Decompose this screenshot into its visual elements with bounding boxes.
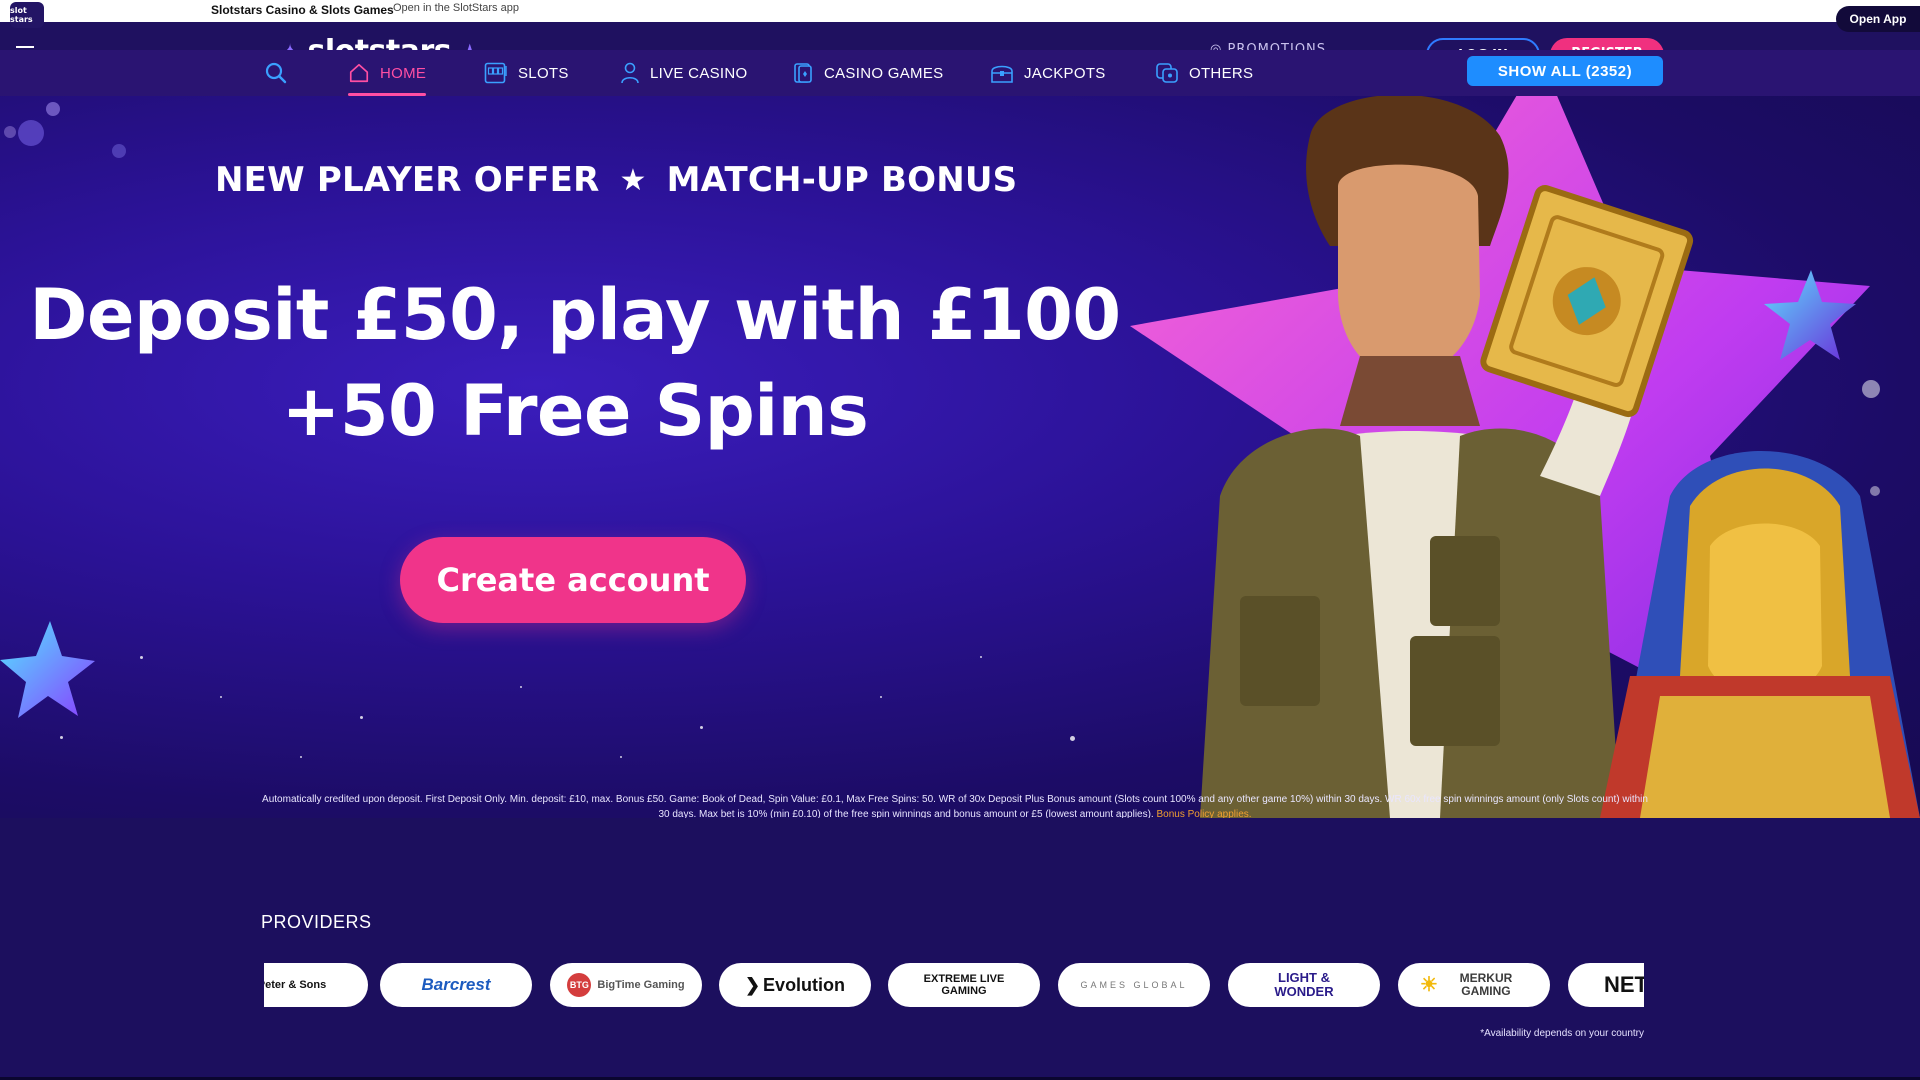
nav-label-home: HOME — [380, 64, 427, 82]
providers-heading: PROVIDERS — [261, 912, 372, 932]
provider-games-global[interactable]: GAMES GLOBAL — [1058, 963, 1210, 1007]
bokeh-dot — [18, 120, 44, 146]
promotions-label: PROMOTIONS — [1227, 42, 1327, 50]
sparkle — [520, 686, 522, 688]
provider-label: Evolution — [763, 974, 846, 995]
create-account-button[interactable]: Create account — [400, 537, 746, 623]
bokeh-dot — [46, 102, 60, 116]
terms-line2: 30 days. Max bet is 10% (min £0.10) of t… — [658, 809, 1154, 818]
provider-label: NET — [1604, 972, 1644, 997]
sparkle — [300, 756, 302, 758]
provider-bigtime-gaming[interactable]: BTG BigTime Gaming — [550, 963, 702, 1007]
star-icon: ★ — [619, 162, 647, 198]
pharaoh-statue-illustration — [1600, 451, 1920, 818]
provider-evolution[interactable]: ❯ Evolution — [719, 963, 871, 1007]
app-banner-subtitle: Open in the SlotStars app — [393, 2, 519, 14]
slotstars-logo[interactable]: ✦ slotstars ★ — [280, 34, 481, 50]
bonus-policy-link[interactable]: Bonus Policy applies. — [1157, 809, 1252, 818]
nav-item-casino-games[interactable]: CASINO GAMES — [792, 50, 943, 96]
offer-left-text: NEW PLAYER OFFER — [215, 160, 600, 200]
provider-light-and-wonder[interactable]: LIGHT & WONDER — [1228, 963, 1380, 1007]
bokeh-dot — [4, 126, 16, 138]
nav-item-others[interactable]: OTHERS — [1155, 50, 1253, 96]
sparkle — [980, 656, 982, 658]
provider-label: Peter & Sons — [264, 979, 327, 991]
search-button[interactable] — [264, 50, 288, 96]
provider-merkur-gaming[interactable]: ☀ MERKUR GAMING — [1398, 963, 1550, 1007]
sparkle — [140, 656, 143, 659]
open-app-button[interactable]: Open App — [1836, 6, 1920, 32]
show-all-button[interactable]: SHOW ALL (2352) — [1467, 56, 1663, 86]
app-icon: slot stars — [10, 2, 44, 28]
logo-text: slotstars — [307, 34, 451, 50]
terms-line2-wrapper: 30 days. Max bet is 10% (min £0.10) of t… — [260, 807, 1650, 818]
others-icon — [1156, 63, 1178, 83]
blue-star-decoration — [1764, 270, 1856, 360]
hero-headline-line2: +50 Free Spins — [281, 370, 869, 452]
nav-label-live-casino: LIVE CASINO — [650, 64, 748, 82]
person-icon — [621, 62, 639, 84]
app-banner-title: Slotstars Casino & Slots Games — [211, 3, 394, 17]
bokeh-dot — [112, 144, 126, 158]
cards-icon — [794, 63, 812, 83]
nav-item-jackpots[interactable]: JACKPOTS — [990, 50, 1106, 96]
site-header: ✦ slotstars ★ ◎ PROMOTIONS LOG IN REGIST… — [0, 22, 1920, 50]
logo-star-icon: ✦ — [280, 39, 307, 50]
provider-label: GAMES GLOBAL — [1080, 980, 1188, 990]
bonus-terms-text: Automatically credited upon deposit. Fir… — [260, 792, 1650, 818]
login-button[interactable]: LOG IN — [1426, 38, 1540, 50]
evolution-chevron-icon: ❯ — [744, 974, 761, 995]
nav-label-jackpots: JACKPOTS — [1024, 64, 1106, 82]
sparkle — [1070, 736, 1075, 741]
provider-label: EXTREME LIVE GAMING — [923, 973, 1005, 997]
home-icon — [349, 63, 369, 83]
providers-carousel: Peter & Sons Barcrest BTG BigTime Gaming… — [264, 963, 1644, 1009]
sparkle — [60, 736, 63, 739]
availability-note: *Availability depends on your country — [1480, 1028, 1644, 1039]
logo-star-icon: ★ — [451, 39, 481, 50]
nav-label-casino-games: CASINO GAMES — [824, 64, 944, 82]
provider-label: Barcrest — [421, 975, 491, 994]
treasure-icon — [991, 65, 1013, 83]
gift-icon: ◎ — [1210, 42, 1228, 50]
register-button[interactable]: REGISTER — [1550, 38, 1664, 50]
sparkle — [220, 696, 222, 698]
nav-label-slots: SLOTS — [518, 64, 569, 82]
new-player-offer-heading: NEW PLAYER OFFER ★ MATCH-UP BONUS — [215, 160, 1017, 200]
nav-item-home[interactable]: HOME — [348, 50, 427, 96]
nav-label-others: OTHERS — [1189, 64, 1254, 82]
promotions-link[interactable]: ◎ PROMOTIONS — [1210, 42, 1326, 50]
sparkle — [620, 756, 622, 758]
merkur-sun-icon: ☀ — [1420, 973, 1438, 996]
terms-line1: Automatically credited upon deposit. Fir… — [262, 794, 1648, 805]
sparkle — [360, 716, 363, 719]
btg-logo-icon: BTG — [567, 973, 592, 997]
offer-right-text: MATCH-UP BONUS — [666, 160, 1018, 200]
provider-peter-and-sons[interactable]: Peter & Sons — [264, 963, 368, 1007]
provider-label: MERKUR GAMING — [1459, 971, 1513, 998]
provider-extreme-live-gaming[interactable]: EXTREME LIVE GAMING — [888, 963, 1040, 1007]
provider-label: LIGHT & WONDER — [1274, 970, 1334, 999]
nav-item-live-casino[interactable]: LIVE CASINO — [620, 50, 748, 96]
hero-headline-line1: Deposit £50, play with £100 — [29, 274, 1121, 356]
sparkle — [700, 726, 703, 729]
hero-banner: NEW PLAYER OFFER ★ MATCH-UP BONUS Deposi… — [0, 96, 1920, 818]
search-icon — [265, 62, 287, 84]
provider-barcrest[interactable]: Barcrest — [380, 963, 532, 1007]
nav-item-slots[interactable]: SLOTS — [484, 50, 569, 96]
slot-machine-icon — [484, 62, 507, 84]
sparkle — [880, 696, 882, 698]
provider-netent[interactable]: NET — [1568, 963, 1644, 1007]
provider-label: BigTime Gaming — [597, 979, 685, 991]
category-nav: HOME SLOTS LIVE CASINO CASINO GAMES JACK… — [0, 50, 1920, 96]
cyan-star-decoration — [0, 621, 95, 718]
app-install-banner: slot stars Slotstars Casino & Slots Game… — [0, 0, 1920, 32]
